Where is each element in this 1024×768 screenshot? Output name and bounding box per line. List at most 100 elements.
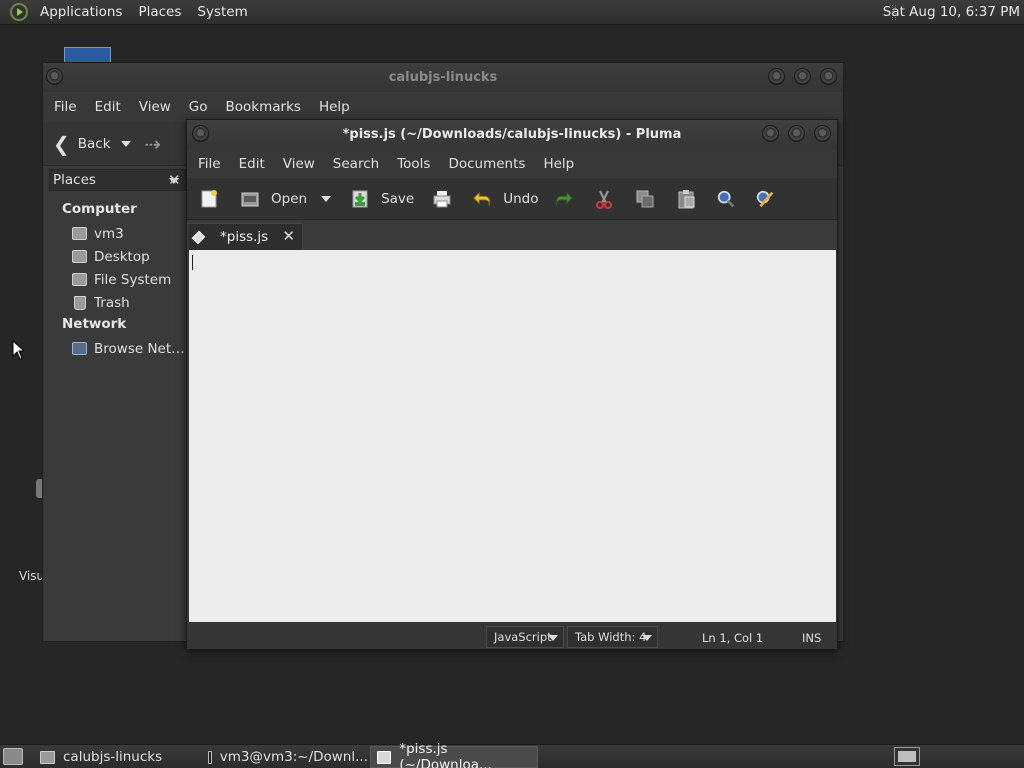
window-menu-button[interactable] — [46, 68, 63, 85]
tab-piss-js[interactable]: *piss.js ✕ — [187, 223, 303, 250]
document-tabbar: *piss.js ✕ — [187, 220, 837, 250]
taskbar-item-file-manager[interactable]: calubjs-linucks — [34, 746, 198, 768]
redo-arrow-icon — [554, 189, 574, 209]
open-button[interactable]: Open — [240, 189, 307, 209]
workspace-switcher[interactable] — [894, 747, 920, 766]
sidebar-item-desktop[interactable]: Desktop — [43, 245, 188, 268]
home-folder-icon — [72, 227, 87, 240]
language-selector[interactable]: JavaScript — [486, 626, 564, 648]
desktop-icon[interactable] — [64, 47, 111, 63]
text-editor-area[interactable] — [189, 250, 836, 622]
pluma-title: *piss.js (~/Downloads/calubjs-linucks) -… — [342, 127, 682, 142]
sidebar-heading-computer: Computer — [62, 201, 137, 217]
open-label: Open — [271, 190, 308, 207]
file-manager-title: calubjs-linucks — [388, 70, 498, 85]
search-replace-icon — [755, 189, 775, 209]
save-button[interactable]: Save — [350, 189, 414, 209]
tab-width-selector[interactable]: Tab Width: 4 — [567, 626, 658, 648]
save-icon — [350, 189, 370, 209]
taskbar-item-label: calubjs-linucks — [63, 749, 163, 765]
undo-label: Undo — [503, 190, 539, 207]
tab-width-label: Tab Width: 4 — [575, 630, 647, 644]
file-manager-titlebar[interactable]: calubjs-linucks — [43, 63, 843, 92]
pluma-titlebar[interactable]: *piss.js (~/Downloads/calubjs-linucks) -… — [187, 120, 837, 149]
close-button[interactable] — [814, 125, 831, 142]
sidebar-item-trash[interactable]: Trash — [43, 291, 188, 314]
maximize-button[interactable] — [788, 125, 805, 142]
find-button[interactable] — [716, 189, 736, 209]
desktop-icon-label[interactable]: Visu — [19, 569, 44, 583]
taskbar-item-pluma[interactable]: *piss.js (~/Downloa... — [370, 741, 538, 768]
sidebar-item-browse-network[interactable]: Browse Net… — [43, 337, 188, 360]
menu-help[interactable]: Help — [535, 156, 584, 172]
taskbar-item-terminal[interactable]: vm3@vm3:~/Downl... — [202, 746, 368, 768]
text-cursor — [192, 255, 193, 270]
fm-menu-bookmarks[interactable]: Bookmarks — [219, 99, 312, 115]
system-menu[interactable]: System — [189, 4, 255, 20]
print-button[interactable] — [432, 189, 452, 209]
menu-tools[interactable]: Tools — [389, 156, 440, 172]
taskbar-item-label: *piss.js (~/Downloa... — [399, 741, 492, 768]
folder-icon — [40, 750, 55, 764]
network-icon — [72, 342, 87, 355]
replace-button[interactable] — [755, 189, 775, 209]
forward-arrow-icon[interactable]: ⇢ — [145, 132, 162, 156]
recent-files-dropdown-icon[interactable] — [321, 195, 332, 202]
clock[interactable]: Sat Aug 10, 6:37 PM — [883, 4, 1020, 20]
close-button[interactable] — [820, 68, 837, 85]
chevron-down-icon — [642, 635, 652, 641]
menu-documents[interactable]: Documents — [440, 156, 535, 172]
clipboard-icon — [676, 189, 696, 209]
places-menu[interactable]: Places — [130, 4, 189, 20]
cursor-position: Ln 1, Col 1 — [702, 631, 764, 645]
copy-icon — [635, 189, 655, 209]
fm-menu-go[interactable]: Go — [182, 99, 219, 115]
minimize-button[interactable] — [768, 68, 785, 85]
sidebar-item-vm3[interactable]: vm3 — [43, 222, 188, 245]
menu-file[interactable]: File — [190, 156, 231, 172]
undo-button[interactable]: Undo — [472, 189, 538, 209]
menu-edit[interactable]: Edit — [231, 156, 275, 172]
pluma-menubar: File Edit View Search Tools Documents He… — [187, 149, 837, 178]
file-manager-menubar: File Edit View Go Bookmarks Help — [43, 92, 843, 122]
mate-logo-icon[interactable] — [10, 3, 28, 21]
back-label: Back — [77, 135, 111, 152]
sidebar-item-label: Desktop — [94, 248, 150, 265]
fm-menu-file[interactable]: File — [47, 99, 88, 115]
document-icon — [191, 230, 206, 244]
new-document-button[interactable] — [199, 189, 219, 209]
fm-menu-edit[interactable]: Edit — [88, 99, 132, 115]
back-arrow-icon: ❮ — [53, 131, 70, 156]
sidebar-close-icon[interactable]: ✕ — [168, 171, 181, 189]
printer-icon — [432, 189, 452, 209]
menu-search[interactable]: Search — [325, 156, 389, 172]
fm-menu-help[interactable]: Help — [312, 99, 361, 115]
sidebar-item-file-system[interactable]: File System — [43, 268, 188, 291]
redo-button[interactable] — [554, 189, 574, 209]
sidebar-item-label: Trash — [94, 294, 130, 311]
copy-button[interactable] — [635, 189, 655, 209]
paste-button[interactable] — [676, 189, 696, 209]
pluma-statusbar: JavaScript Tab Width: 4 Ln 1, Col 1 INS — [187, 622, 837, 649]
window-menu-button[interactable] — [192, 125, 209, 142]
applications-menu[interactable]: Applications — [32, 4, 130, 20]
drive-icon — [72, 273, 87, 286]
trash-icon — [74, 295, 86, 310]
sidebar-item-label: Browse Net… — [94, 340, 185, 357]
cut-button[interactable] — [594, 189, 614, 209]
back-button[interactable]: ❮ Back — [53, 132, 111, 156]
back-history-dropdown-icon[interactable] — [120, 140, 131, 147]
sidebar-places-selector[interactable]: Places — [49, 169, 186, 191]
tab-close-icon[interactable]: ✕ — [282, 227, 295, 245]
minimize-button[interactable] — [762, 125, 779, 142]
open-folder-icon — [240, 189, 260, 209]
fm-menu-view[interactable]: View — [132, 99, 182, 115]
text-editor-icon — [377, 750, 392, 764]
sidebar-item-label: File System — [94, 271, 172, 288]
maximize-button[interactable] — [794, 68, 811, 85]
save-label: Save — [381, 190, 415, 207]
sidebar-places-list: Computer vm3 Desktop File System Trash N… — [43, 199, 188, 360]
menu-view[interactable]: View — [275, 156, 325, 172]
show-desktop-icon[interactable] — [3, 748, 23, 765]
tab-label: *piss.js — [220, 229, 269, 245]
